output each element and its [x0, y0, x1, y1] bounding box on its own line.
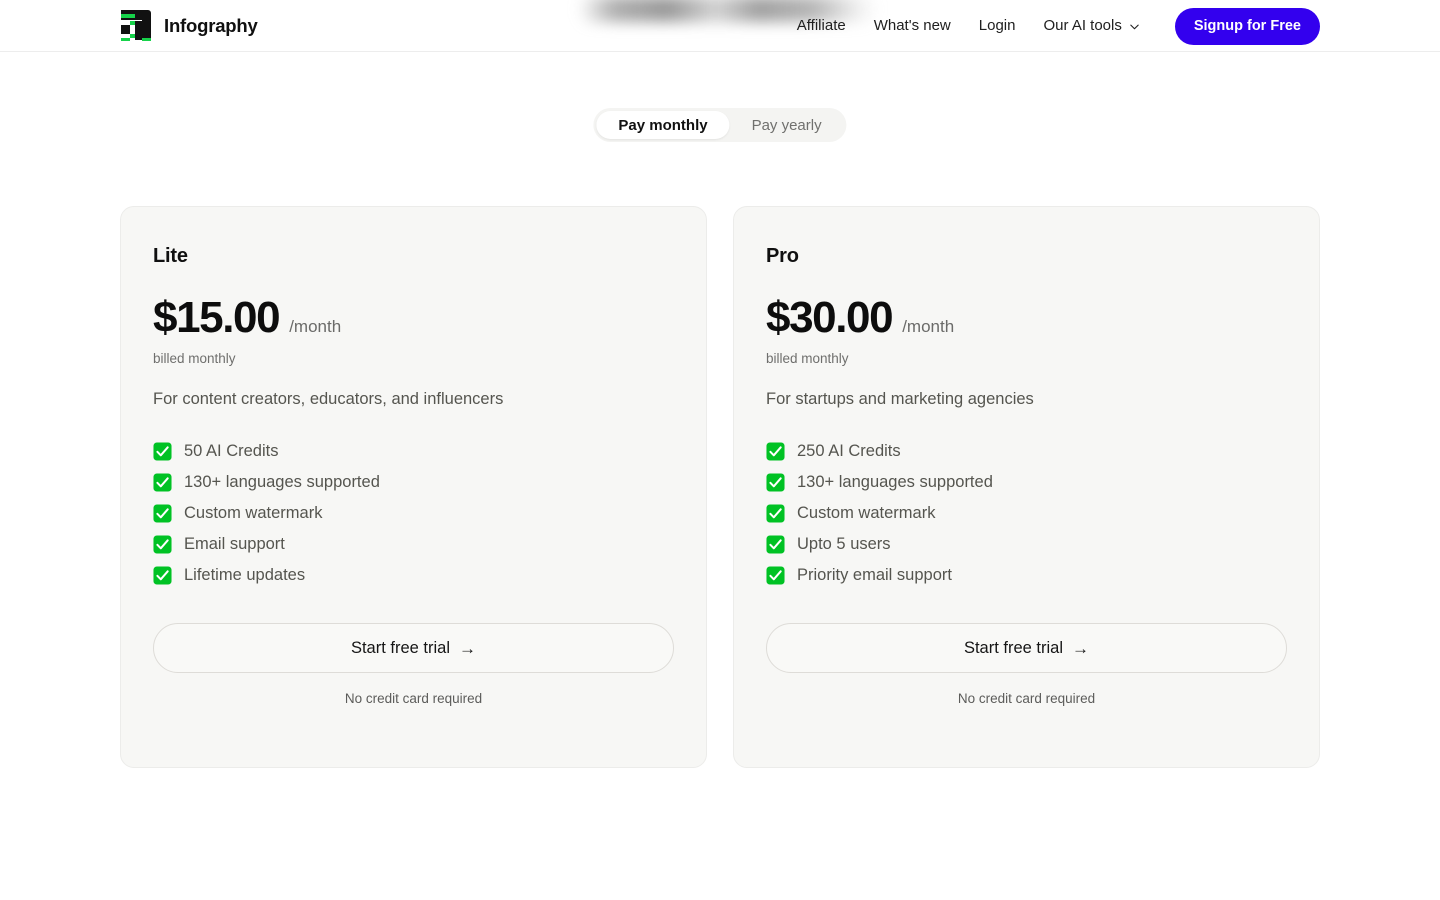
- list-item: Lifetime updates: [153, 566, 674, 585]
- arrow-right-icon: →: [1072, 638, 1090, 658]
- feature-label: Lifetime updates: [184, 566, 306, 584]
- cta-label: Start free trial: [350, 638, 451, 657]
- feature-label: Priority email support: [797, 566, 952, 584]
- pricing-page: Infography Affiliate What's new Login Ou…: [0, 0, 1440, 900]
- brand-name: Infography: [164, 14, 258, 36]
- check-mark-icon: [153, 473, 172, 492]
- feature-label: Custom watermark: [184, 504, 323, 522]
- nav-link-whats-new[interactable]: What's new: [860, 0, 965, 52]
- plan-price-pro: $30.00: [766, 293, 894, 342]
- brand-logo-link[interactable]: Infography: [118, 9, 258, 43]
- feature-label: Custom watermark: [797, 504, 936, 522]
- billing-period-toggle[interactable]: Pay monthly Pay yearly: [593, 108, 847, 142]
- cta-note-lite: No credit card required: [344, 691, 483, 706]
- check-mark-icon: [766, 442, 785, 461]
- list-item: Priority email support: [766, 566, 1287, 585]
- plan-card-pro: Pro $30.00 /month billed monthly For sta…: [733, 206, 1320, 768]
- feature-label: Email support: [184, 535, 285, 553]
- site-header: Infography Affiliate What's new Login Ou…: [0, 0, 1440, 52]
- toggle-pay-yearly[interactable]: Pay yearly: [730, 111, 844, 139]
- feature-label: Upto 5 users: [797, 535, 891, 553]
- toggle-pay-monthly[interactable]: Pay monthly: [596, 111, 730, 139]
- signup-for-free-button[interactable]: Signup for Free: [1174, 7, 1320, 45]
- plan-feature-list-lite: 50 AI Credits 130+ languages supported C…: [153, 442, 674, 585]
- plan-name-pro: Pro: [766, 245, 799, 267]
- start-free-trial-button-pro[interactable]: Start free trial →: [766, 623, 1287, 673]
- check-mark-icon: [766, 473, 785, 492]
- check-mark-icon: [153, 566, 172, 585]
- cta-note-pro: No credit card required: [957, 691, 1096, 706]
- check-mark-icon: [153, 504, 172, 523]
- check-mark-icon: [153, 535, 172, 554]
- plan-period-lite: /month: [289, 317, 342, 336]
- plan-period-pro: /month: [902, 317, 955, 336]
- check-mark-icon: [153, 442, 172, 461]
- plan-billed-note-pro: billed monthly: [766, 351, 849, 366]
- check-mark-icon: [766, 504, 785, 523]
- plan-card-lite: Lite $15.00 /month billed monthly For co…: [120, 206, 707, 768]
- cta-label: Start free trial: [963, 638, 1064, 657]
- check-mark-icon: [766, 535, 785, 554]
- list-item: 130+ languages supported: [766, 473, 1287, 492]
- chevron-down-icon: [1130, 24, 1139, 29]
- arrow-right-icon: →: [459, 638, 477, 658]
- list-item: 250 AI Credits: [766, 442, 1287, 461]
- plan-price-row-lite: $15.00 /month: [153, 296, 674, 340]
- pricing-plans-container: Lite $15.00 /month billed monthly For co…: [120, 206, 1320, 768]
- plan-name-lite: Lite: [153, 245, 188, 267]
- list-item: Email support: [153, 535, 674, 554]
- nav-link-our-ai-tools-label: Our AI tools: [1043, 17, 1122, 34]
- plan-billed-note-lite: billed monthly: [153, 351, 236, 366]
- plan-description-lite: For content creators, educators, and inf…: [153, 390, 504, 408]
- nav-link-affiliate[interactable]: Affiliate: [783, 0, 860, 52]
- feature-label: 50 AI Credits: [184, 442, 279, 460]
- start-free-trial-button-lite[interactable]: Start free trial →: [153, 623, 674, 673]
- plan-feature-list-pro: 250 AI Credits 130+ languages supported …: [766, 442, 1287, 585]
- feature-label: 130+ languages supported: [184, 473, 380, 491]
- main-navigation: Affiliate What's new Login Our AI tools …: [783, 0, 1320, 52]
- nav-link-our-ai-tools[interactable]: Our AI tools: [1029, 0, 1153, 52]
- feature-label: 250 AI Credits: [797, 442, 901, 460]
- list-item: Custom watermark: [766, 504, 1287, 523]
- plan-price-row-pro: $30.00 /month: [766, 296, 1287, 340]
- infography-logo-icon: [118, 9, 152, 43]
- plan-description-pro: For startups and marketing agencies: [766, 390, 1034, 408]
- list-item: Custom watermark: [153, 504, 674, 523]
- list-item: Upto 5 users: [766, 535, 1287, 554]
- nav-link-login[interactable]: Login: [965, 0, 1030, 52]
- plan-price-lite: $15.00: [153, 293, 281, 342]
- check-mark-icon: [766, 566, 785, 585]
- feature-label: 130+ languages supported: [797, 473, 993, 491]
- list-item: 50 AI Credits: [153, 442, 674, 461]
- list-item: 130+ languages supported: [153, 473, 674, 492]
